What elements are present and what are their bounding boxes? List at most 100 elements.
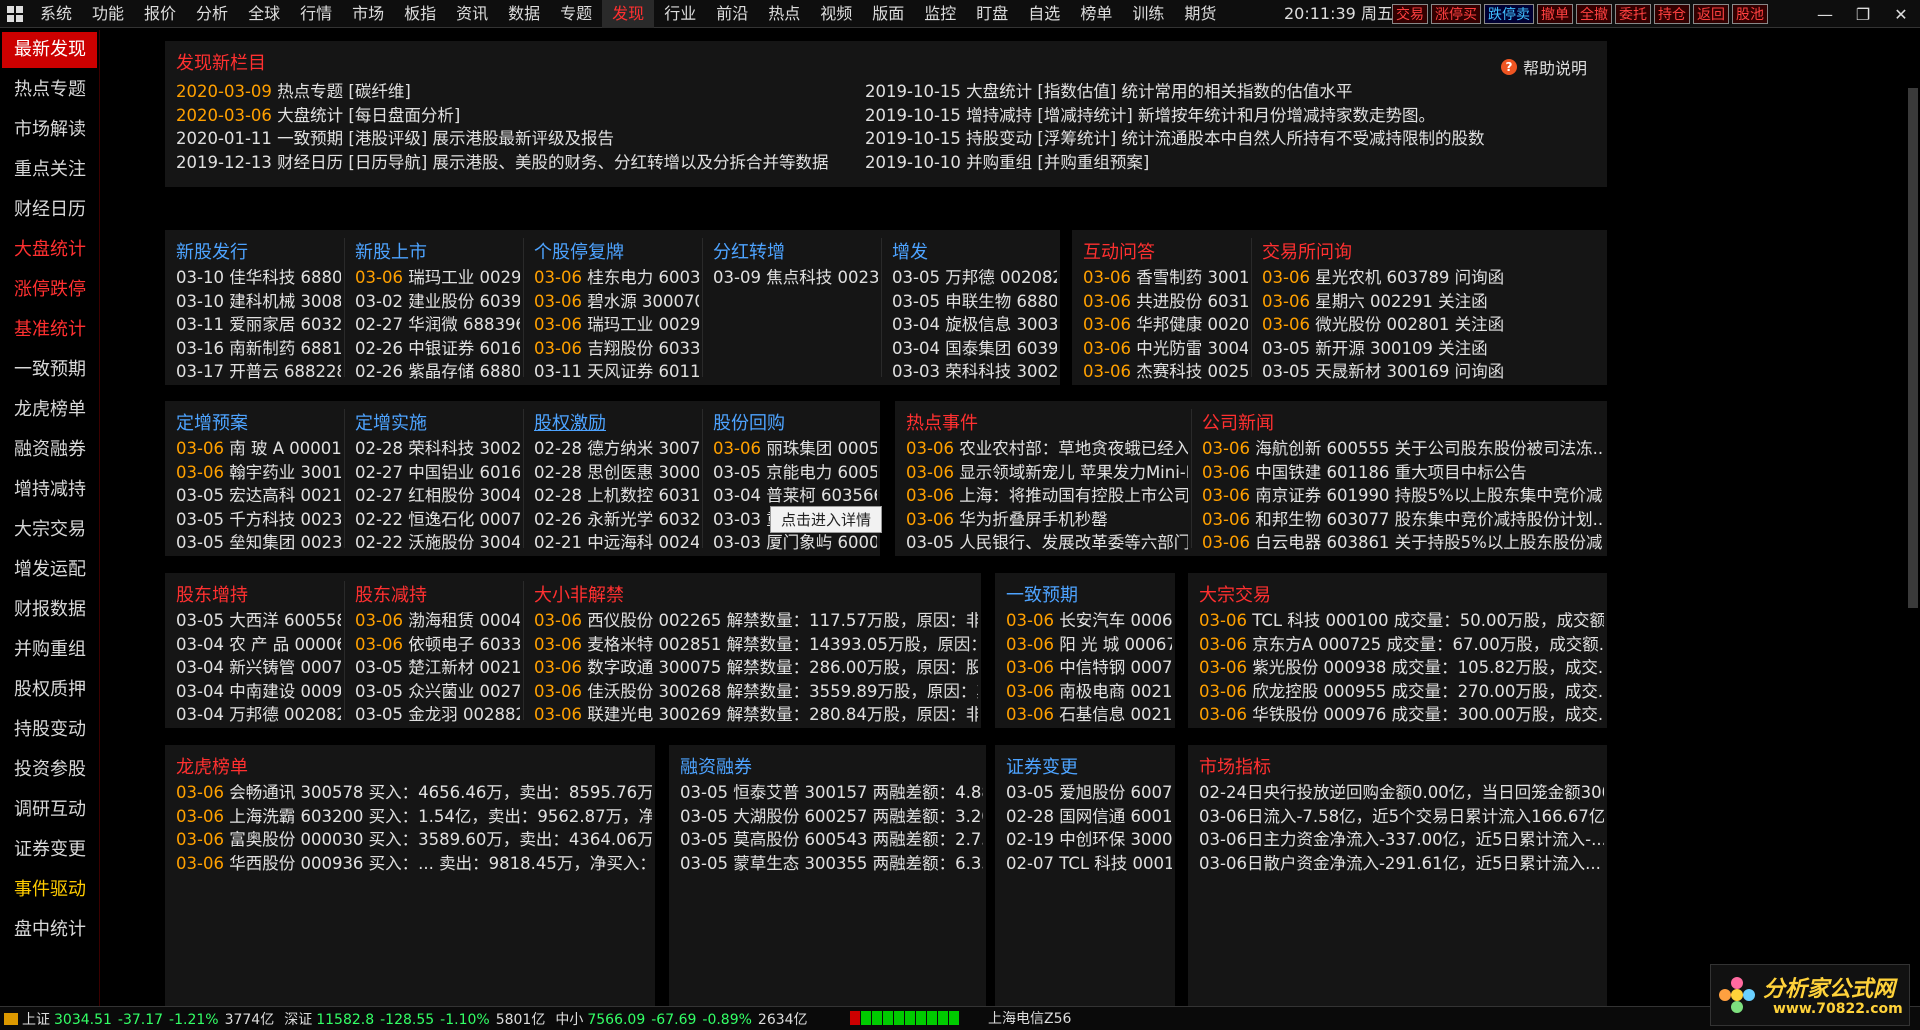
list-item[interactable]: 03-06 微光股份 002801 关注函	[1262, 311, 1604, 335]
list-item[interactable]: 03-04 旋极信息 300324	[892, 311, 1057, 335]
list-item[interactable]: 03-05 大湖股份 600257 两融差额：3.20亿	[680, 803, 983, 827]
section-title[interactable]: 公司新闻	[1202, 409, 1274, 435]
list-item[interactable]: 03-11 爱丽家居 603221	[176, 311, 341, 335]
help-button[interactable]: ? 帮助说明	[1500, 55, 1587, 79]
list-item[interactable]: 03-06 佳沃股份 300268 解禁数量：3559.89万股，原因：其它	[534, 678, 978, 702]
sidebar-item[interactable]: 基准统计	[0, 310, 99, 350]
section-title[interactable]: 大小非解禁	[534, 581, 624, 607]
list-item[interactable]: 03-03 荣科科技 300290	[892, 358, 1057, 382]
trade-button[interactable]: 交易	[1392, 4, 1428, 24]
list-item[interactable]: 03-06 吉翔股份 603399	[534, 335, 699, 359]
section-title[interactable]: 个股停复牌	[534, 238, 624, 264]
menu-item[interactable]: 监控	[914, 0, 966, 28]
list-item[interactable]: 02-26 中银证券 601696	[355, 335, 520, 359]
menu-item[interactable]: 行情	[290, 0, 342, 28]
list-item[interactable]: 03-05 万邦德 002082	[892, 264, 1057, 288]
list-item[interactable]: 03-06 中信特钢 000708	[1006, 654, 1172, 678]
menu-item[interactable]: 期货	[1174, 0, 1226, 28]
menu-item[interactable]: 行业	[654, 0, 706, 28]
list-item[interactable]: 03-06 中国铁建 601186 重大项目中标公告	[1202, 459, 1604, 483]
section-title[interactable]: 证券变更	[1006, 753, 1078, 779]
list-item[interactable]: 02-27 华润微 688396	[355, 311, 520, 335]
section-title[interactable]: 增发	[892, 238, 928, 264]
list-item[interactable]: 02-22 恒逸石化 000703	[355, 506, 520, 530]
list-item[interactable]: 02-28 思创医惠 300078	[534, 459, 699, 483]
list-item[interactable]: 02-07 TCL 科技 000100	[1006, 850, 1172, 874]
index-sme[interactable]: 中小 7566.09 -67.69 -0.89% 2634亿	[555, 1009, 807, 1029]
menu-item[interactable]: 报价	[134, 0, 186, 28]
list-item[interactable]: 03-06 杰赛科技 002544	[1083, 358, 1248, 382]
list-item[interactable]: 03-05 宏达高科 002144	[176, 482, 341, 506]
new-column-item[interactable]: 2020-01-11 一致预期 [港股评级] 展示港股最新评级及报告	[176, 125, 614, 149]
list-item[interactable]: 03-06 石基信息 002153	[1006, 701, 1172, 725]
list-item[interactable]: 03-06 渤海租赁 000415	[355, 607, 520, 631]
list-item[interactable]: 03-05 恒泰艾普 300157 两融差额：4.88亿	[680, 779, 983, 803]
menu-item[interactable]: 专题	[550, 0, 602, 28]
list-item[interactable]: 03-06 和邦生物 603077 股东集中竞价减持股份计划...	[1202, 506, 1604, 530]
sidebar-item[interactable]: 持股变动	[0, 710, 99, 750]
sidebar-item[interactable]: 融资融券	[0, 430, 99, 470]
menu-item[interactable]: 板指	[394, 0, 446, 28]
section-title[interactable]: 新股发行	[176, 238, 248, 264]
menu-item[interactable]: 全球	[238, 0, 290, 28]
menu-item[interactable]: 市场	[342, 0, 394, 28]
list-item[interactable]: 03-06 丽珠集团 000513	[713, 435, 877, 459]
close-icon[interactable]: ✕	[1892, 5, 1910, 24]
new-column-item[interactable]: 2019-10-15 持股变动 [浮筹统计] 统计流通股本中自然人所持有不受减持…	[865, 125, 1485, 149]
list-item[interactable]: 03-06 TCL 科技 000100 成交量：50.00万股，成交额...	[1199, 607, 1604, 631]
list-item[interactable]: 03-05 垒知集团 002398	[176, 529, 341, 553]
app-logo-icon[interactable]	[0, 0, 30, 28]
section-title[interactable]: 定增预案	[176, 409, 248, 435]
menu-item[interactable]: 数据	[498, 0, 550, 28]
list-item[interactable]: 02-26 紫晶存储 688086	[355, 358, 520, 382]
sidebar-item[interactable]: 热点专题	[0, 70, 99, 110]
sidebar-item[interactable]: 财报数据	[0, 590, 99, 630]
list-item[interactable]: 03-06 碧水源 300070	[534, 288, 699, 312]
list-item[interactable]: 03-06 星光农机 603789 问询函	[1262, 264, 1604, 288]
sidebar-item[interactable]: 市场解读	[0, 110, 99, 150]
new-column-item[interactable]: 2019-10-15 增持减持 [增减持统计] 新增按年统计和月份增减持家数走势…	[865, 102, 1435, 126]
list-item[interactable]: 03-06 中光防雷 300414	[1083, 335, 1248, 359]
list-item[interactable]: 03-11 天风证券 601162	[534, 358, 699, 382]
restore-icon[interactable]: ❐	[1854, 5, 1872, 24]
section-title[interactable]: 大宗交易	[1199, 581, 1271, 607]
trade-button[interactable]: 返回	[1693, 4, 1729, 24]
section-title[interactable]: 交易所问询	[1262, 238, 1352, 264]
list-item[interactable]: 02-21 中远海科 002401	[534, 529, 699, 553]
menu-item[interactable]: 分析	[186, 0, 238, 28]
list-item[interactable]: 03-06 阳 光 城 000671	[1006, 631, 1172, 655]
list-item[interactable]: 03-06 数字政通 300075 解禁数量：286.00万股，原因：股权激励	[534, 654, 978, 678]
list-item[interactable]: 03-06 华邦健康 002004	[1083, 311, 1248, 335]
list-item[interactable]: 03-04 普莱柯 603566	[713, 482, 877, 506]
list-item[interactable]: 03-09 焦点科技 002315	[713, 264, 878, 288]
list-item[interactable]: 03-06 白云电器 603861 关于持股5%以上股东股份减...	[1202, 529, 1604, 553]
list-item[interactable]: 03-04 国泰集团 603977	[892, 335, 1057, 359]
new-column-item[interactable]: 2019-10-15 大盘统计 [指数估值] 统计常用的相关指数的估值水平	[865, 78, 1353, 102]
new-column-item[interactable]: 2019-12-13 财经日历 [日历导航] 展示港股、美股的财务、分红转增以及…	[176, 149, 829, 173]
list-item[interactable]: 03-06日散户资金净流入-291.61亿，近5日累计流入...	[1199, 850, 1604, 874]
section-title[interactable]: 市场指标	[1199, 753, 1271, 779]
new-column-item[interactable]: 2019-10-10 并购重组 [并购重组预案]	[865, 149, 1149, 173]
index-shenzhen[interactable]: 深证 11582.8 -128.55 -1.10% 5801亿	[284, 1009, 545, 1029]
sidebar-item[interactable]: 事件驱动	[0, 870, 99, 910]
list-item[interactable]: 02-27 中国铝业 601600	[355, 459, 520, 483]
sidebar-item[interactable]: 增发运配	[0, 550, 99, 590]
menu-item[interactable]: 视频	[810, 0, 862, 28]
section-title[interactable]: 股东增持	[176, 581, 248, 607]
menu-item[interactable]: 系统	[30, 0, 82, 28]
new-column-item[interactable]: 2020-03-09 热点专题 [碳纤维]	[176, 78, 411, 102]
list-item[interactable]: 03-06 长安汽车 000625	[1006, 607, 1172, 631]
sidebar-item[interactable]: 最新发现	[2, 32, 97, 68]
trade-button[interactable]: 全撤	[1576, 4, 1612, 24]
list-item[interactable]: 03-06 桂东电力 600310	[534, 264, 699, 288]
section-title[interactable]: 定增实施	[355, 409, 427, 435]
list-item[interactable]: 02-28 国网信通 600131	[1006, 803, 1172, 827]
list-item[interactable]: 03-05 众兴菌业 002772	[355, 678, 520, 702]
list-item[interactable]: 03-06 华为折叠屏手机秒罄	[906, 506, 1188, 530]
trade-button[interactable]: 涨停买	[1431, 4, 1481, 24]
list-item[interactable]: 03-06 南 玻 A 000012	[176, 435, 341, 459]
list-item[interactable]: 03-06 海航创新 600555 关于公司股东股份被司法冻...	[1202, 435, 1604, 459]
list-item[interactable]: 03-17 开普云 688228	[176, 358, 341, 382]
section-title[interactable]: 互动问答	[1083, 238, 1155, 264]
sidebar-item[interactable]: 财经日历	[0, 190, 99, 230]
